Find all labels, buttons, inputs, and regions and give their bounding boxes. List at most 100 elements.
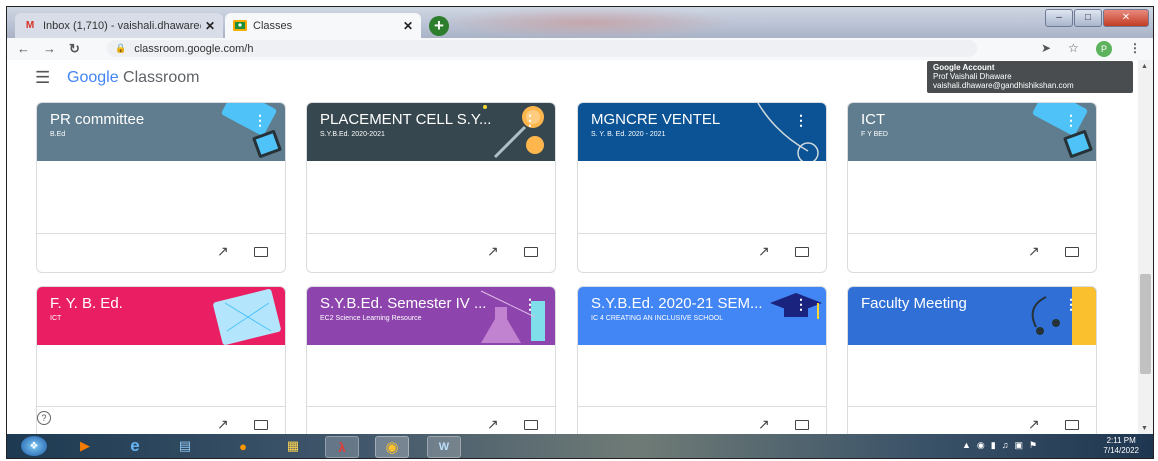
folder-icon[interactable] [254,247,268,257]
class-grid: PR committee B.Ed ⋮ ↗ PLACEMENT CELL S.Y… [7,96,1138,434]
class-title[interactable]: PR committee [50,111,144,128]
class-card[interactable]: PLACEMENT CELL S.Y... S.Y.B.Ed. 2020-202… [306,102,556,273]
class-card[interactable]: PR committee B.Ed ⋮ ↗ [36,102,286,273]
hamburger-menu-icon[interactable]: ☰ [35,68,50,88]
more-options-icon[interactable]: ⋮ [523,296,537,313]
vertical-scrollbar[interactable]: ▲ ▼ [1138,60,1153,434]
class-title[interactable]: F. Y. B. Ed. [50,295,123,312]
help-icon[interactable]: ? [37,411,51,425]
trending-icon[interactable]: ↗ [217,243,229,260]
gmail-icon: M [25,20,35,31]
folder-icon[interactable] [254,420,268,430]
class-section: B.Ed [50,131,66,138]
class-title[interactable]: MGNCRE VENTEL [591,111,720,128]
trending-icon[interactable]: ↗ [1028,416,1040,433]
forward-arrow-icon[interactable]: → [43,41,56,56]
account-name: Prof Vaishali Dhaware [933,72,1012,81]
more-options-icon[interactable]: ⋮ [794,112,808,129]
folder-icon[interactable] [1065,247,1079,257]
profile-avatar[interactable]: P [1096,41,1112,57]
system-clock[interactable]: 2:11 PM 7/14/2022 [1103,436,1139,456]
classroom-logo[interactable]: Google Classroom [67,69,200,87]
maximize-button[interactable]: □ [1074,9,1102,27]
close-tab-icon[interactable]: ✕ [205,19,215,33]
media-player-taskbar-icon[interactable]: ▶ [69,436,101,456]
acrobat-taskbar-icon[interactable]: λ [325,436,359,458]
url-field[interactable]: 🔒 classroom.google.com/h [107,40,977,57]
more-options-icon[interactable]: ⋮ [794,296,808,313]
close-tab-icon[interactable]: ✕ [403,19,413,33]
headphones-illustration-icon [1031,287,1096,345]
card-header[interactable]: PR committee B.Ed ⋮ [37,103,285,161]
class-card[interactable]: S.Y.B.Ed. Semester IV ... EC2 Science Le… [306,286,556,434]
send-icon[interactable]: ➤ [1041,41,1051,55]
scroll-down-arrow-icon[interactable]: ▼ [1141,425,1148,432]
internet-explorer-taskbar-icon[interactable]: e [119,436,151,456]
class-title[interactable]: PLACEMENT CELL S.Y... [320,111,491,128]
class-title[interactable]: S.Y.B.Ed. Semester IV ... [320,295,486,312]
minimize-button[interactable]: – [1045,9,1073,27]
trending-icon[interactable]: ↗ [758,416,770,433]
class-section: S. Y. B. Ed. 2020 - 2021 [591,131,666,138]
class-card[interactable]: MGNCRE VENTEL S. Y. B. Ed. 2020 - 2021 ⋮… [577,102,827,273]
card-footer: ↗ [37,406,285,434]
card-header[interactable]: PLACEMENT CELL S.Y... S.Y.B.Ed. 2020-202… [307,103,555,161]
word-taskbar-icon[interactable]: W [427,436,461,458]
reload-icon[interactable]: ↻ [69,41,80,57]
more-options-icon[interactable]: ⋮ [1064,112,1078,129]
card-header[interactable]: ICT F Y BED ⋮ [848,103,1096,161]
tab-classes[interactable]: Classes ✕ [225,13,421,38]
class-title[interactable]: ICT [861,111,885,128]
lock-icon: 🔒 [115,43,127,53]
explorer-taskbar-icon[interactable]: ▤ [169,436,201,456]
new-tab-button[interactable]: + [429,16,449,36]
card-header[interactable]: S.Y.B.Ed. 2020-21 SEM... IC 4 CREATING A… [578,287,826,345]
classroom-wordmark: Classroom [118,69,200,86]
more-options-icon[interactable]: ⋮ [1064,296,1078,313]
folder-taskbar-icon[interactable]: ▦ [277,436,309,456]
card-header[interactable]: MGNCRE VENTEL S. Y. B. Ed. 2020 - 2021 ⋮ [578,103,826,161]
class-card[interactable]: ICT F Y BED ⋮ ↗ [847,102,1097,273]
folder-icon[interactable] [795,247,809,257]
folder-icon[interactable] [524,247,538,257]
tab-gmail-inbox[interactable]: M Inbox (1,710) - vaishali.dhaware@ ✕ [15,13,223,38]
system-tray-icons[interactable]: ▲◉▮♫▣⚑ [962,440,1043,451]
class-card[interactable]: F. Y. B. Ed. ICT ↗ [36,286,286,434]
more-options-icon[interactable]: ⋮ [253,112,267,129]
folder-icon[interactable] [795,420,809,430]
card-header[interactable]: Faculty Meeting ⋮ [848,287,1096,345]
trending-icon[interactable]: ↗ [487,243,499,260]
browser-window: M Inbox (1,710) - vaishali.dhaware@ ✕ Cl… [6,6,1154,459]
folder-icon[interactable] [524,420,538,430]
trending-icon[interactable]: ↗ [758,243,770,260]
card-header[interactable]: F. Y. B. Ed. ICT [37,287,285,345]
trending-icon[interactable]: ↗ [217,416,229,433]
start-button[interactable]: ❖ [21,436,47,456]
back-arrow-icon[interactable]: ← [17,41,30,56]
tablet-illustration-icon [221,103,282,158]
browser-menu-icon[interactable]: ⋮ [1129,41,1141,55]
class-section: IC 4 CREATING AN INCLUSIVE SCHOOL [591,315,724,322]
scroll-up-arrow-icon[interactable]: ▲ [1141,63,1148,70]
class-title[interactable]: S.Y.B.Ed. 2020-21 SEM... [591,295,763,312]
class-card[interactable]: Faculty Meeting ⋮ ↗ [847,286,1097,434]
card-header[interactable]: S.Y.B.Ed. Semester IV ... EC2 Science Le… [307,287,555,345]
bookmark-star-icon[interactable]: ☆ [1068,41,1079,55]
class-section: F Y BED [861,131,888,138]
google-wordmark: Google [67,69,119,86]
card-footer: ↗ [37,233,285,272]
tablet-illustration-icon [1032,103,1093,158]
firefox-taskbar-icon[interactable]: ● [227,436,259,456]
close-window-button[interactable]: ✕ [1103,9,1149,27]
more-options-icon[interactable]: ⋮ [523,112,537,129]
scrollbar-thumb[interactable] [1140,274,1151,374]
lab-flask-illustration-icon [480,290,545,343]
trending-icon[interactable]: ↗ [1028,243,1040,260]
window-controls: – □ ✕ [1045,9,1149,27]
class-title[interactable]: Faculty Meeting [861,295,967,312]
trending-icon[interactable]: ↗ [487,416,499,433]
card-footer: ↗ [307,406,555,434]
class-card[interactable]: S.Y.B.Ed. 2020-21 SEM... IC 4 CREATING A… [577,286,827,434]
chrome-taskbar-icon[interactable]: ◉ [375,436,409,458]
folder-icon[interactable] [1065,420,1079,430]
